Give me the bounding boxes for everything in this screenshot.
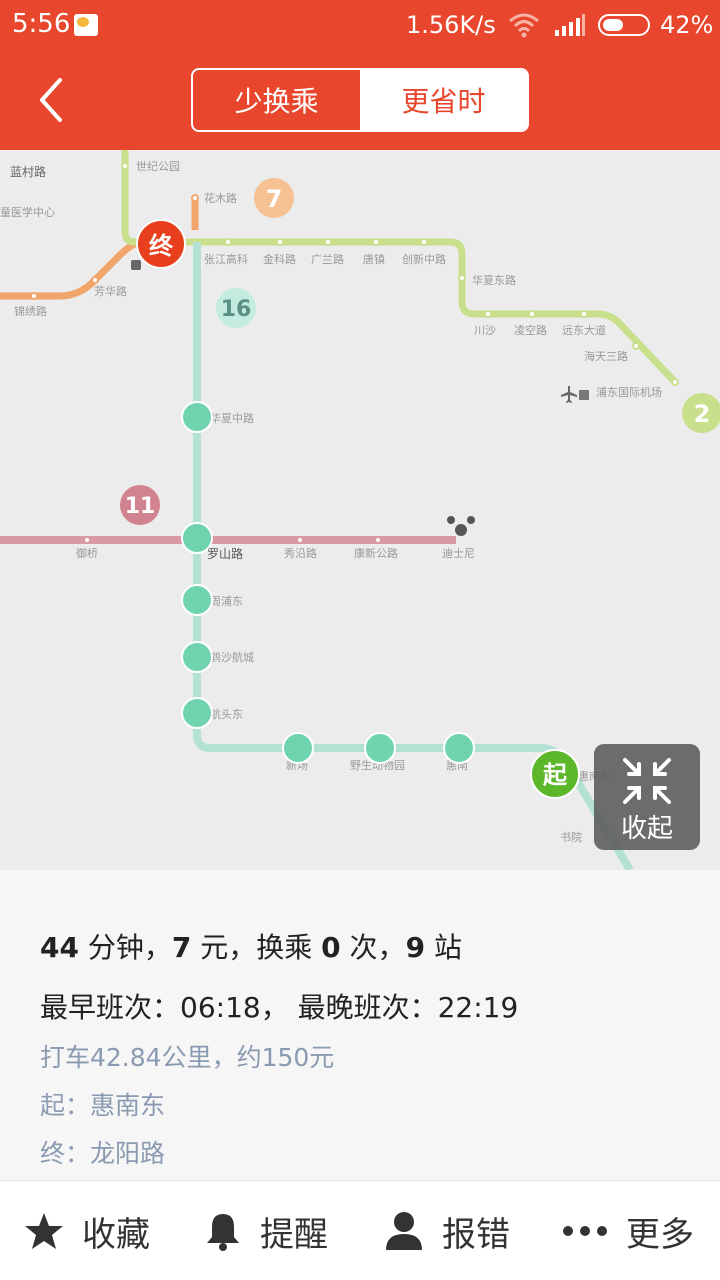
station-label: 周浦东 [210, 595, 243, 608]
station-label: 华夏东路 [472, 273, 516, 287]
station-label: 川沙 [474, 324, 496, 337]
status-time: 5:56 [12, 9, 71, 39]
station-label: 广兰路 [311, 253, 344, 266]
station-label: 童医学中心 [0, 205, 55, 219]
airplane-icon [561, 386, 589, 403]
route-summary: 44 分钟，7 元，换乘 0 次，9 站 [40, 926, 462, 966]
favorite-button[interactable]: 收藏 [24, 1181, 150, 1280]
collapse-button[interactable]: 收起 [594, 744, 700, 850]
station-label: 秀沿路 [284, 547, 317, 560]
station-label: 华夏中路 [210, 411, 254, 425]
wifi-icon [509, 13, 539, 38]
back-button[interactable] [20, 68, 84, 132]
route-info-panel: 44 分钟，7 元，换乘 0 次，9 站 最早班次：06:18， 最晚班次：22… [0, 870, 720, 1180]
start-station: 起：惠南东 [40, 1091, 166, 1120]
station-label: 锦绣路 [14, 304, 47, 318]
station-label: 唐镇 [363, 252, 385, 266]
station-label: 浦东国际机场 [596, 385, 662, 399]
stops-unit: 站 [425, 931, 462, 964]
line-number: 2 [694, 400, 711, 428]
route-station [443, 732, 475, 764]
station-label: 花木路 [204, 192, 237, 205]
start-marker-label: 起 [542, 761, 568, 789]
route-station [282, 732, 314, 764]
station-label: 蓝村路 [10, 164, 46, 179]
bell-icon [207, 1214, 239, 1251]
chevron-left-icon [40, 78, 62, 122]
station-label: 康新公路 [354, 546, 398, 560]
line-number: 11 [125, 494, 156, 519]
stops-value: 9 [405, 931, 426, 964]
fare-value: 7 [171, 931, 192, 964]
station-label: 书院 [560, 830, 582, 844]
line-badge-2: 2 [682, 393, 720, 433]
station-label: 航头东 [210, 707, 243, 721]
line-badge-11: 11 [120, 485, 160, 525]
station-label: 金科路 [263, 252, 296, 266]
end-station: 终：龙阳路 [40, 1139, 166, 1168]
taxi-estimate: 打车42.84公里，约150元 [40, 1043, 335, 1072]
line-2-path [121, 150, 678, 385]
transfers-unit: 次， [340, 931, 406, 964]
station-label: 迪士尼 [442, 547, 475, 560]
weather-notification-icon [74, 14, 98, 36]
battery-percent: 42% [660, 11, 714, 39]
more-button[interactable]: 更多 [562, 1181, 694, 1280]
route-mode-toggle: 少换乘 更省时 [191, 68, 529, 132]
station-label: 张江高科 [204, 252, 248, 266]
station-label: 鹤沙航城 [210, 650, 254, 664]
line-badge-7: 7 [254, 178, 294, 218]
station-label: 御桥 [76, 546, 98, 560]
fare-unit: 元，换乘 [191, 931, 322, 964]
line-number: 16 [221, 297, 252, 322]
route-station [181, 641, 213, 673]
mickey-icon [447, 516, 475, 536]
duration-value: 44 [40, 931, 79, 964]
route-station [181, 697, 213, 729]
status-bar: 5:56 1.56K/s 42% [0, 0, 720, 50]
collapse-arrows-icon [623, 758, 671, 804]
station-label: 海天三路 [584, 349, 628, 363]
report-error-label: 报错 [442, 1214, 510, 1255]
route-station [364, 732, 396, 764]
line-number: 7 [266, 185, 283, 213]
bottom-action-bar: 收藏 提醒 报错 更多 [0, 1180, 720, 1280]
station-label: 远东大道 [562, 323, 606, 337]
metro-icon [131, 260, 141, 270]
more-label: 更多 [626, 1214, 694, 1255]
tab-fewer-transfers[interactable]: 少换乘 [193, 70, 360, 130]
route-station [181, 522, 213, 554]
end-marker-label: 终 [149, 232, 174, 260]
end-marker[interactable]: 终 [136, 219, 186, 269]
station-label: 创新中路 [402, 252, 446, 266]
report-error-button[interactable]: 报错 [384, 1181, 510, 1280]
schedule-text: 最早班次：06:18， 最晚班次：22:19 [40, 991, 519, 1024]
battery-icon [598, 14, 650, 36]
favorite-label: 收藏 [82, 1214, 150, 1255]
station-label: 芳华路 [94, 284, 127, 298]
signal-icon [555, 14, 585, 36]
collapse-label: 收起 [620, 814, 673, 844]
route-station [181, 584, 213, 616]
person-icon [386, 1212, 422, 1250]
more-dots-icon [563, 1226, 607, 1236]
station-label: 凌空路 [514, 323, 547, 337]
station-label: 世纪公园 [136, 160, 180, 173]
reminder-label: 提醒 [260, 1214, 328, 1255]
star-icon [25, 1213, 63, 1249]
start-marker[interactable]: 起 [530, 749, 580, 799]
line-badge-16: 16 [216, 288, 256, 328]
reminder-button[interactable]: 提醒 [204, 1181, 328, 1280]
transfers-value: 0 [321, 931, 341, 964]
station-label: 罗山路 [207, 546, 243, 561]
route-station [181, 401, 213, 433]
network-speed: 1.56K/s [406, 11, 496, 39]
duration-unit: 分钟， [78, 931, 172, 964]
header: 少换乘 更省时 [0, 50, 720, 150]
tab-faster[interactable]: 更省时 [360, 70, 527, 130]
